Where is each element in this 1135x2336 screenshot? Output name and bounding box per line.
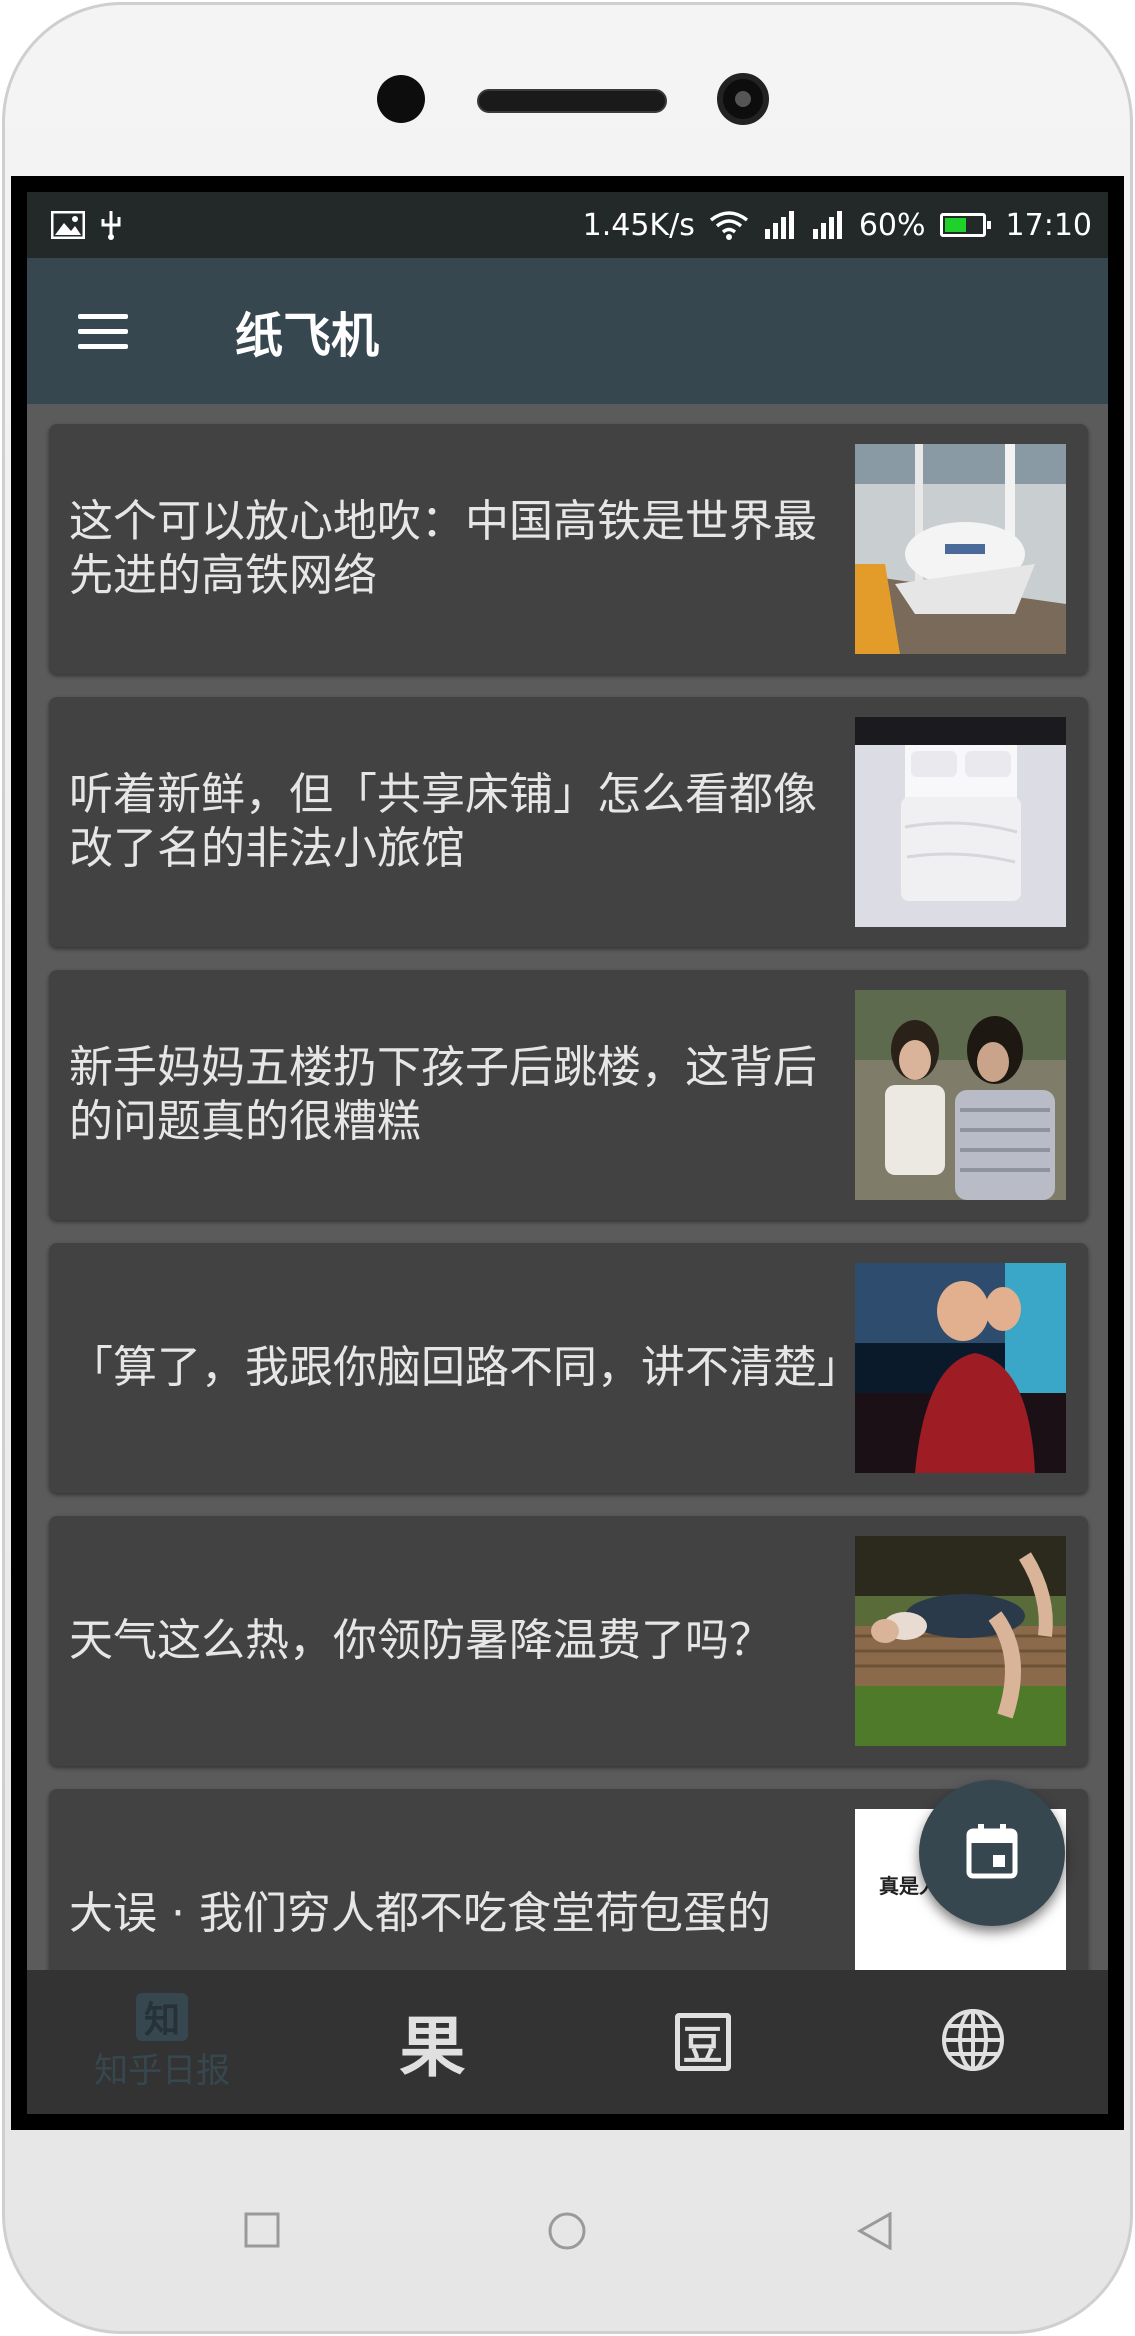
nav-item-zhihu-daily[interactable]: 知 知乎日报 — [27, 1970, 297, 2114]
globe-icon — [941, 2008, 1005, 2076]
home-button[interactable] — [548, 2212, 586, 2254]
page-title: 纸飞机 — [235, 308, 380, 364]
net-speed: 1.45K/s — [582, 207, 695, 243]
nav-item-label: 知乎日报 — [94, 2050, 231, 2091]
article-title: 大误 · 我们穷人都不吃食堂荷包蛋的 — [69, 1888, 771, 1939]
article-card[interactable]: 新手妈妈五楼扔下孩子后跳楼，这背后的问题真的很糟糕 — [49, 970, 1088, 1220]
hamburger-icon[interactable] — [63, 291, 143, 371]
article-thumbnail — [855, 717, 1066, 927]
front-sensor — [377, 75, 425, 123]
article-title: 这个可以放心地吹：中国高铁是世界最先进的高铁网络 — [69, 496, 817, 601]
battery-level — [944, 218, 967, 232]
douban-icon: 豆 — [674, 2013, 731, 2071]
clock: 17:10 — [1005, 207, 1092, 243]
article-title: 「算了，我跟你脑回路不同，讲不清楚」 — [69, 1342, 861, 1393]
article-title: 天气这么热，你领防暑降温费了吗？ — [69, 1615, 773, 1666]
article-thumbnail — [855, 444, 1066, 654]
calendar-fab[interactable] — [919, 1780, 1065, 1926]
article-list[interactable]: 这个可以放心地吹：中国高铁是世界最先进的高铁网络 听着新鲜，但「共享床铺」怎么看… — [27, 404, 1108, 1970]
article-card[interactable]: 「算了，我跟你脑回路不同，讲不清楚」 — [49, 1243, 1088, 1493]
battery-icon — [939, 213, 991, 237]
recent-apps-button[interactable] — [244, 2212, 280, 2252]
article-card[interactable]: 天气这么热，你领防暑降温费了吗？ — [49, 1516, 1088, 1766]
nav-item-douban[interactable]: 豆 — [568, 1970, 838, 2114]
hardware-nav-bar — [0, 2130, 1135, 2330]
usb-icon — [99, 209, 123, 241]
article-thumbnail — [855, 1263, 1066, 1473]
status-bar: 1.45K/s 60% 17:10 — [27, 192, 1108, 258]
app-bar: 纸飞机 — [27, 258, 1108, 404]
earpiece-speaker — [477, 89, 667, 113]
battery-percent: 60% — [858, 207, 926, 243]
article-thumbnail — [855, 990, 1066, 1200]
calendar-icon — [966, 1823, 1018, 1883]
article-thumbnail — [855, 1536, 1066, 1746]
wifi-icon — [709, 210, 749, 240]
nav-item-guokr[interactable]: 果 — [297, 1970, 567, 2114]
guokr-icon: 果 — [399, 2009, 466, 2086]
signal-icon — [811, 211, 845, 239]
article-card[interactable]: 听着新鲜，但「共享床铺」怎么看都像改了名的非法小旅馆 — [49, 697, 1088, 947]
front-camera — [717, 73, 769, 125]
bottom-navigation: 知 知乎日报 果 豆 — [27, 1970, 1108, 2114]
nav-item-web[interactable] — [838, 1970, 1108, 2114]
article-card[interactable]: 这个可以放心地吹：中国高铁是世界最先进的高铁网络 — [49, 424, 1088, 674]
app-screen: 1.45K/s 60% 17:10 纸飞机 这个可以放心地吹：中国高铁是世界最先… — [27, 192, 1108, 2114]
signal-icon — [763, 211, 797, 239]
article-title: 听着新鲜，但「共享床铺」怎么看都像改了名的非法小旅馆 — [69, 769, 817, 874]
zhihu-icon: 知 — [136, 1992, 189, 2041]
back-button[interactable] — [856, 2211, 894, 2254]
article-title: 新手妈妈五楼扔下孩子后跳楼，这背后的问题真的很糟糕 — [69, 1042, 817, 1147]
image-icon — [51, 211, 85, 239]
